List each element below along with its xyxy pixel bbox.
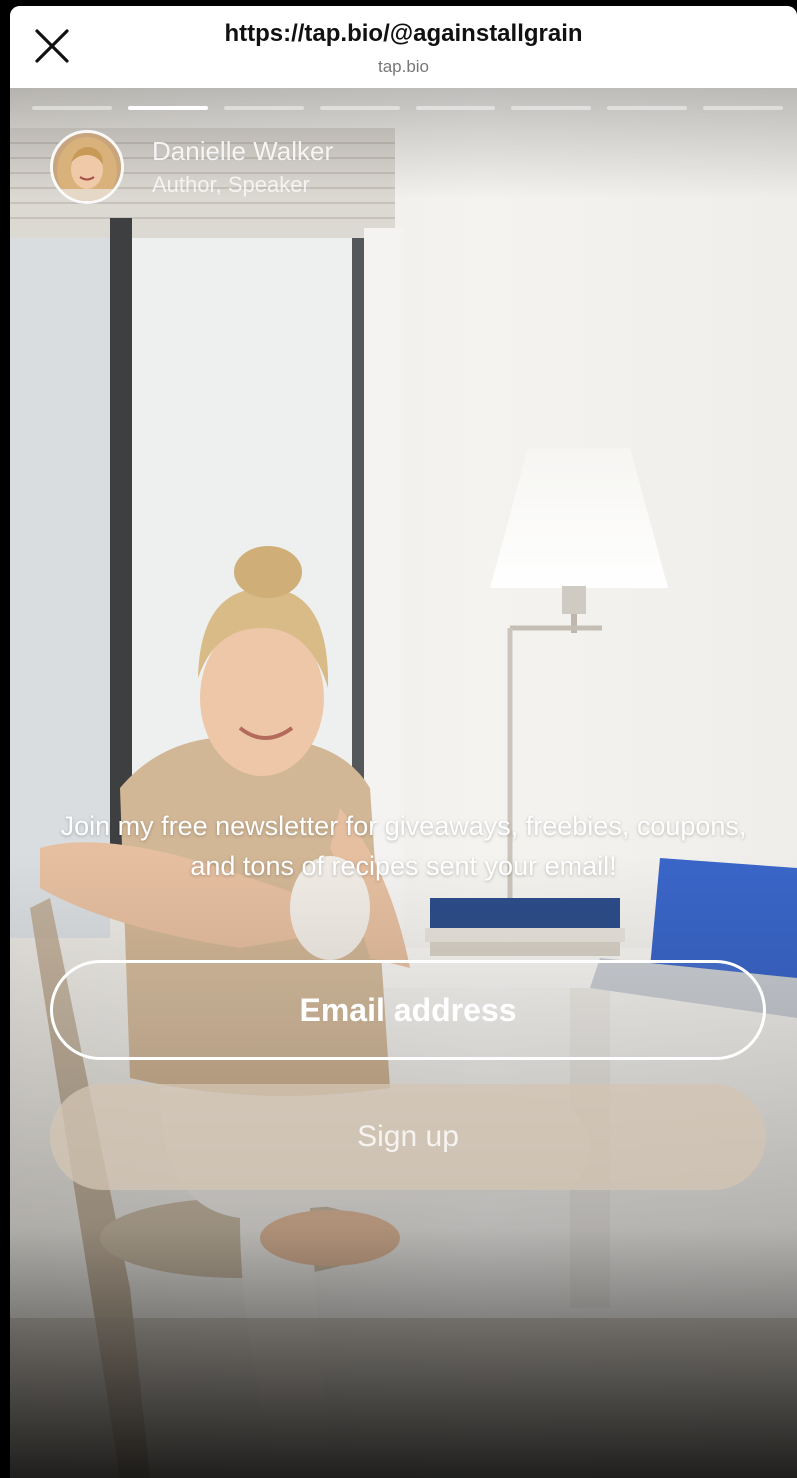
browser-header: https://tap.bio/@againstallgrain tap.bio [10, 6, 797, 88]
progress-segment [319, 106, 400, 110]
background-photo [10, 88, 797, 1478]
profile-role: Author, Speaker [152, 172, 310, 197]
page-domain: tap.bio [377, 57, 430, 76]
profile-name: Danielle Walker [152, 136, 334, 166]
progress-segment [32, 106, 112, 110]
progress-segment [415, 106, 496, 110]
story-progress [32, 106, 783, 110]
progress-segment-active [127, 106, 208, 110]
progress-segment [223, 106, 304, 110]
signup-button[interactable]: Sign up [50, 1084, 766, 1190]
progress-segment [703, 106, 783, 110]
mobile-frame: https://tap.bio/@againstallgrain tap.bio [10, 6, 797, 1478]
progress-segment [607, 106, 688, 110]
progress-segment [511, 106, 592, 110]
avatar[interactable] [50, 130, 124, 204]
email-input[interactable] [50, 960, 766, 1060]
newsletter-description: Join my free newsletter for giveaways, f… [60, 811, 747, 881]
page-url: https://tap.bio/@againstallgrain [224, 20, 583, 47]
profile-photo-icon [53, 133, 121, 201]
